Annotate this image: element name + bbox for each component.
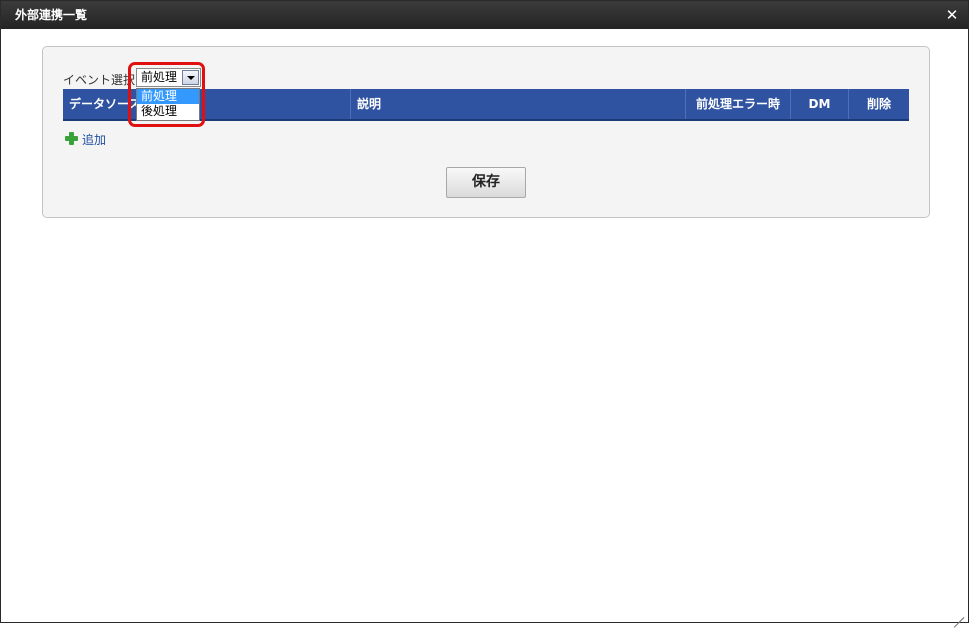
column-header-delete: 削除 <box>866 97 891 111</box>
annotation-highlight <box>128 62 205 127</box>
close-icon[interactable]: ✕ <box>944 7 960 23</box>
save-button[interactable]: 保存 <box>446 167 526 198</box>
add-link-label: 追加 <box>82 133 107 147</box>
resize-grip-icon[interactable] <box>952 606 964 618</box>
plus-icon <box>65 132 78 145</box>
event-select-label: イベント選択 <box>63 73 136 87</box>
column-header-datasource: データソース <box>63 89 351 119</box>
dialog-title: 外部連携一覧 <box>15 8 88 22</box>
column-header-dm: DM <box>791 89 849 119</box>
external-integration-dialog: 外部連携一覧 ✕ イベント選択 前処理 データソース 説明 前処理エラー時 DM… <box>0 0 969 623</box>
column-header-description: 説明 <box>351 89 686 119</box>
column-header-preprocess-error: 前処理エラー時 <box>686 89 791 119</box>
dialog-titlebar: 外部連携一覧 ✕ <box>1 1 968 29</box>
